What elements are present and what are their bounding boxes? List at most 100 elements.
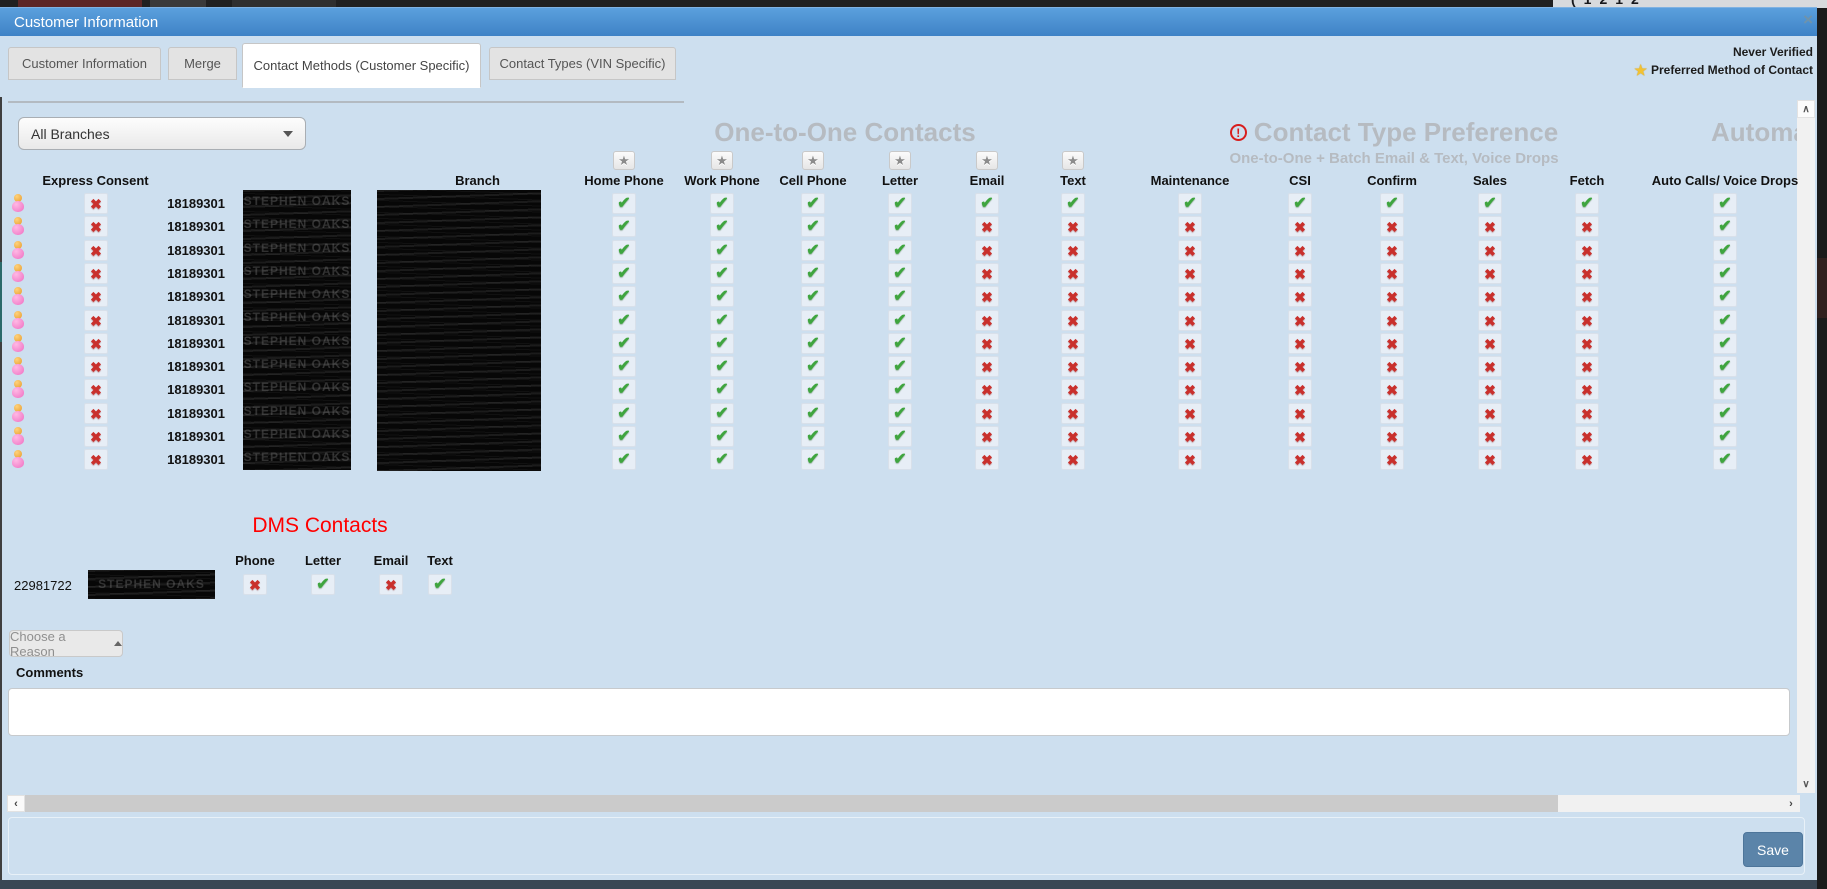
text-toggle-check[interactable]: ✔ xyxy=(1061,193,1085,214)
dms-text-toggle-check[interactable]: ✔ xyxy=(428,574,452,595)
email-toggle-cross[interactable]: ✖ xyxy=(975,263,999,284)
dms-phone-toggle-cross[interactable]: ✖ xyxy=(243,574,267,595)
confirm-toggle-cross[interactable]: ✖ xyxy=(1380,310,1404,331)
preferred-star-button-letter[interactable]: ★ xyxy=(889,151,911,170)
csi-toggle-cross[interactable]: ✖ xyxy=(1288,403,1312,424)
scroll-down-icon[interactable]: ∨ xyxy=(1797,775,1815,793)
horizontal-scrollbar[interactable]: ‹ › xyxy=(7,795,1800,812)
auto-calls-toggle-check[interactable]: ✔ xyxy=(1713,356,1737,377)
home-phone-toggle-check[interactable]: ✔ xyxy=(612,286,636,307)
express-consent-toggle-cross[interactable]: ✖ xyxy=(84,310,108,331)
preferred-star-button-cell-phone[interactable]: ★ xyxy=(802,151,824,170)
express-consent-toggle-cross[interactable]: ✖ xyxy=(84,333,108,354)
home-phone-toggle-check[interactable]: ✔ xyxy=(612,356,636,377)
confirm-toggle-cross[interactable]: ✖ xyxy=(1380,356,1404,377)
text-toggle-cross[interactable]: ✖ xyxy=(1061,449,1085,470)
confirm-toggle-cross[interactable]: ✖ xyxy=(1380,449,1404,470)
choose-reason-button[interactable]: Choose a Reason xyxy=(9,630,123,657)
email-toggle-cross[interactable]: ✖ xyxy=(975,449,999,470)
confirm-toggle-cross[interactable]: ✖ xyxy=(1380,263,1404,284)
csi-toggle-cross[interactable]: ✖ xyxy=(1288,263,1312,284)
sales-toggle-cross[interactable]: ✖ xyxy=(1478,356,1502,377)
work-phone-toggle-check[interactable]: ✔ xyxy=(710,356,734,377)
letter-toggle-check[interactable]: ✔ xyxy=(888,286,912,307)
email-toggle-cross[interactable]: ✖ xyxy=(975,310,999,331)
confirm-toggle-cross[interactable]: ✖ xyxy=(1380,426,1404,447)
home-phone-toggle-check[interactable]: ✔ xyxy=(612,310,636,331)
sales-toggle-cross[interactable]: ✖ xyxy=(1478,379,1502,400)
text-toggle-cross[interactable]: ✖ xyxy=(1061,426,1085,447)
work-phone-toggle-check[interactable]: ✔ xyxy=(710,426,734,447)
letter-toggle-check[interactable]: ✔ xyxy=(888,240,912,261)
home-phone-toggle-check[interactable]: ✔ xyxy=(612,379,636,400)
csi-toggle-cross[interactable]: ✖ xyxy=(1288,216,1312,237)
scroll-right-icon[interactable]: › xyxy=(1782,795,1800,812)
fetch-toggle-cross[interactable]: ✖ xyxy=(1575,356,1599,377)
confirm-toggle-cross[interactable]: ✖ xyxy=(1380,240,1404,261)
home-phone-toggle-check[interactable]: ✔ xyxy=(612,403,636,424)
auto-calls-toggle-check[interactable]: ✔ xyxy=(1713,263,1737,284)
fetch-toggle-cross[interactable]: ✖ xyxy=(1575,286,1599,307)
maintenance-toggle-cross[interactable]: ✖ xyxy=(1178,403,1202,424)
cell-phone-toggle-check[interactable]: ✔ xyxy=(801,216,825,237)
express-consent-toggle-cross[interactable]: ✖ xyxy=(84,240,108,261)
preferred-star-button-work-phone[interactable]: ★ xyxy=(711,151,733,170)
tab-customer-information[interactable]: Customer Information xyxy=(8,47,161,80)
home-phone-toggle-check[interactable]: ✔ xyxy=(612,426,636,447)
letter-toggle-check[interactable]: ✔ xyxy=(888,379,912,400)
csi-toggle-cross[interactable]: ✖ xyxy=(1288,379,1312,400)
fetch-toggle-cross[interactable]: ✖ xyxy=(1575,263,1599,284)
sales-toggle-cross[interactable]: ✖ xyxy=(1478,286,1502,307)
auto-calls-toggle-check[interactable]: ✔ xyxy=(1713,216,1737,237)
text-toggle-cross[interactable]: ✖ xyxy=(1061,286,1085,307)
sales-toggle-cross[interactable]: ✖ xyxy=(1478,263,1502,284)
work-phone-toggle-check[interactable]: ✔ xyxy=(710,403,734,424)
maintenance-toggle-cross[interactable]: ✖ xyxy=(1178,263,1202,284)
confirm-toggle-cross[interactable]: ✖ xyxy=(1380,379,1404,400)
text-toggle-cross[interactable]: ✖ xyxy=(1061,310,1085,331)
sales-toggle-cross[interactable]: ✖ xyxy=(1478,216,1502,237)
letter-toggle-check[interactable]: ✔ xyxy=(888,356,912,377)
fetch-toggle-cross[interactable]: ✖ xyxy=(1575,426,1599,447)
email-toggle-cross[interactable]: ✖ xyxy=(975,356,999,377)
email-toggle-cross[interactable]: ✖ xyxy=(975,379,999,400)
express-consent-toggle-cross[interactable]: ✖ xyxy=(84,379,108,400)
sales-toggle-cross[interactable]: ✖ xyxy=(1478,240,1502,261)
dms-email-toggle-cross[interactable]: ✖ xyxy=(379,574,403,595)
home-phone-toggle-check[interactable]: ✔ xyxy=(612,333,636,354)
csi-toggle-cross[interactable]: ✖ xyxy=(1288,240,1312,261)
fetch-toggle-cross[interactable]: ✖ xyxy=(1575,449,1599,470)
save-button[interactable]: Save xyxy=(1743,832,1803,867)
maintenance-toggle-cross[interactable]: ✖ xyxy=(1178,426,1202,447)
express-consent-toggle-cross[interactable]: ✖ xyxy=(84,449,108,470)
work-phone-toggle-check[interactable]: ✔ xyxy=(710,240,734,261)
work-phone-toggle-check[interactable]: ✔ xyxy=(710,286,734,307)
cell-phone-toggle-check[interactable]: ✔ xyxy=(801,403,825,424)
email-toggle-cross[interactable]: ✖ xyxy=(975,403,999,424)
letter-toggle-check[interactable]: ✔ xyxy=(888,449,912,470)
letter-toggle-check[interactable]: ✔ xyxy=(888,263,912,284)
cell-phone-toggle-check[interactable]: ✔ xyxy=(801,310,825,331)
home-phone-toggle-check[interactable]: ✔ xyxy=(612,193,636,214)
fetch-toggle-cross[interactable]: ✖ xyxy=(1575,310,1599,331)
csi-toggle-cross[interactable]: ✖ xyxy=(1288,449,1312,470)
maintenance-toggle-cross[interactable]: ✖ xyxy=(1178,356,1202,377)
text-toggle-cross[interactable]: ✖ xyxy=(1061,356,1085,377)
express-consent-toggle-cross[interactable]: ✖ xyxy=(84,403,108,424)
sales-toggle-check[interactable]: ✔ xyxy=(1478,193,1502,214)
fetch-toggle-cross[interactable]: ✖ xyxy=(1575,379,1599,400)
fetch-toggle-cross[interactable]: ✖ xyxy=(1575,216,1599,237)
email-toggle-cross[interactable]: ✖ xyxy=(975,286,999,307)
cell-phone-toggle-check[interactable]: ✔ xyxy=(801,356,825,377)
auto-calls-toggle-check[interactable]: ✔ xyxy=(1713,286,1737,307)
maintenance-toggle-cross[interactable]: ✖ xyxy=(1178,333,1202,354)
text-toggle-cross[interactable]: ✖ xyxy=(1061,240,1085,261)
work-phone-toggle-check[interactable]: ✔ xyxy=(710,379,734,400)
work-phone-toggle-check[interactable]: ✔ xyxy=(710,449,734,470)
auto-calls-toggle-check[interactable]: ✔ xyxy=(1713,379,1737,400)
email-toggle-cross[interactable]: ✖ xyxy=(975,426,999,447)
maintenance-toggle-cross[interactable]: ✖ xyxy=(1178,216,1202,237)
work-phone-toggle-check[interactable]: ✔ xyxy=(710,263,734,284)
auto-calls-toggle-check[interactable]: ✔ xyxy=(1713,240,1737,261)
express-consent-toggle-cross[interactable]: ✖ xyxy=(84,356,108,377)
